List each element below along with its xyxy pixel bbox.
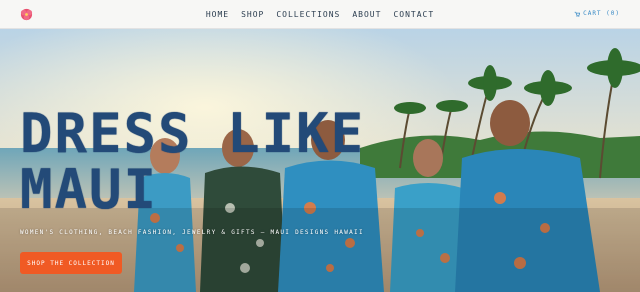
nav-about[interactable]: ABOUT xyxy=(352,10,381,19)
shop-collection-button[interactable]: SHOP THE COLLECTION xyxy=(20,252,122,274)
nav-collections[interactable]: COLLECTIONS xyxy=(276,10,340,19)
site-header: HOME SHOP COLLECTIONS ABOUT CONTACT CART… xyxy=(0,0,640,28)
nav-contact[interactable]: CONTACT xyxy=(393,10,434,19)
hero-subtitle: WOMEN'S CLOTHING, BEACH FASHION, JEWELRY… xyxy=(20,229,364,236)
nav-shop[interactable]: SHOP xyxy=(241,10,264,19)
cart-link[interactable]: CART (0) xyxy=(574,10,620,17)
nav-home[interactable]: HOME xyxy=(206,10,229,19)
cart-icon xyxy=(574,11,581,17)
cart-label: CART (0) xyxy=(583,10,620,17)
hero-title: DRESS LIKE MAUI xyxy=(20,106,365,218)
hero-title-line-1: DRESS LIKE xyxy=(20,102,366,165)
hero-title-line-2: MAUI xyxy=(20,158,159,221)
hero-section: DRESS LIKE MAUI WOMEN'S CLOTHING, BEACH … xyxy=(0,28,640,292)
main-nav: HOME SHOP COLLECTIONS ABOUT CONTACT xyxy=(0,0,640,28)
